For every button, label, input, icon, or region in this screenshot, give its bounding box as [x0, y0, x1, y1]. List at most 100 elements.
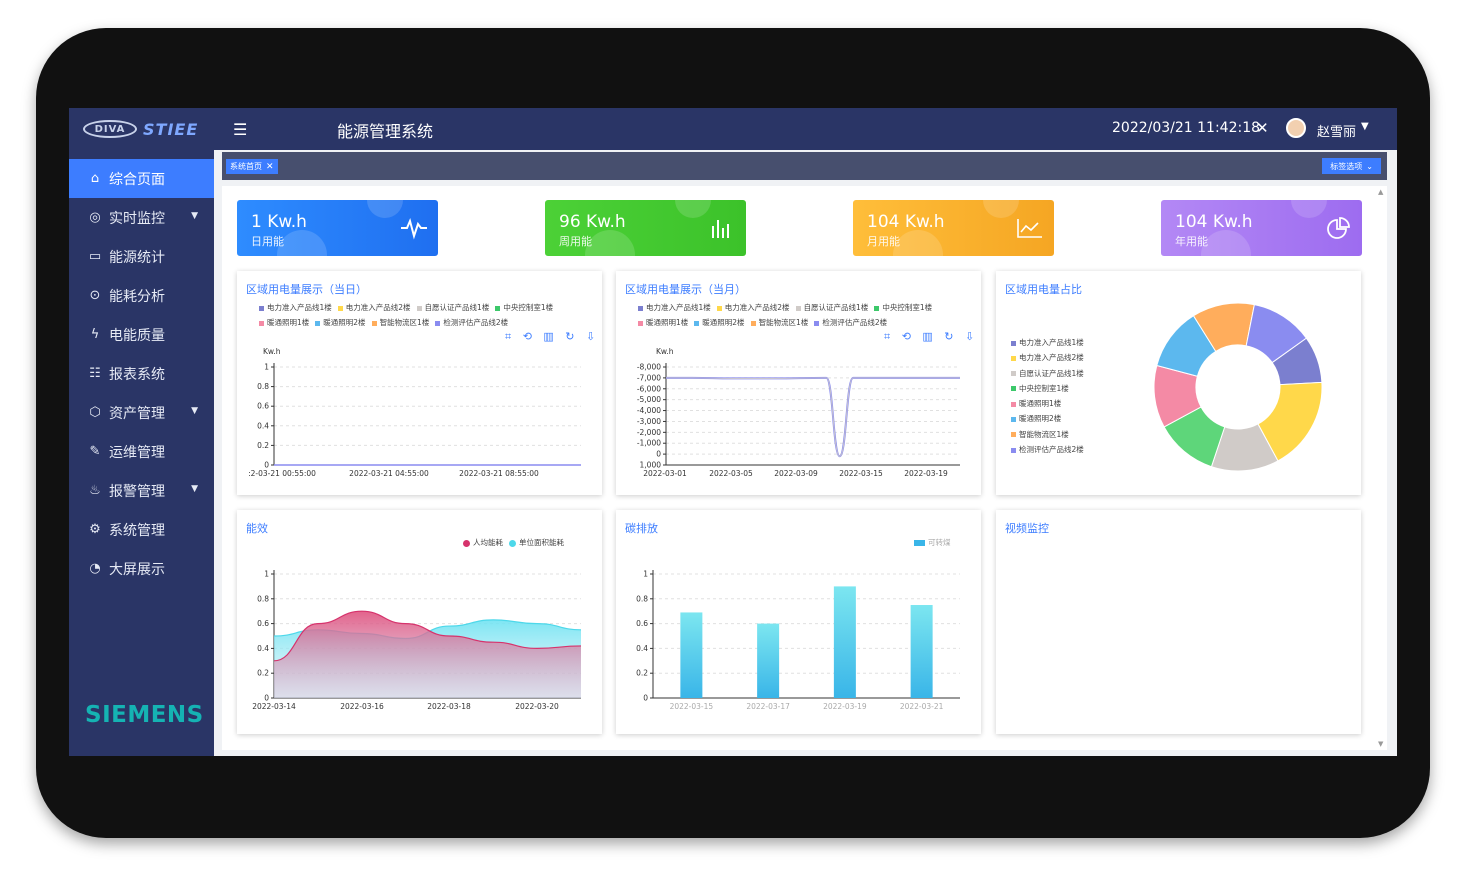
sidebar-item-label: 报表系统: [109, 366, 165, 383]
gear-icon: ⚙: [89, 522, 101, 537]
stat-card-0[interactable]: 1 Kw.h 日用能: [237, 200, 438, 256]
pie-icon: ◔: [89, 561, 101, 576]
alarm-icon: ♨: [89, 483, 101, 498]
sidebar-item-label: 资产管理: [109, 405, 165, 422]
y-tick-label: 0.8: [636, 594, 648, 603]
sidebar-item-10[interactable]: ◔ 大屏展示: [69, 549, 214, 588]
fullscreen-icon[interactable]: ✕: [1256, 119, 1269, 137]
chevron-down-icon: ▼: [191, 484, 198, 494]
avatar[interactable]: [1286, 118, 1306, 138]
sidebar-item-0[interactable]: ⌂ 综合页面: [69, 159, 214, 198]
y-tick-label: -4,000: [637, 406, 661, 415]
y-tick-label: 0.6: [636, 619, 648, 628]
y-tick-label: 0.6: [257, 402, 269, 411]
y-tick-label: -5,000: [637, 395, 661, 404]
stat-value: 104 Kw.h: [867, 212, 945, 232]
card-bubble: [675, 200, 711, 218]
carbon-chart: 0 0.2 0.4 0.6 0.8 1 2022-03-15 2022-03-17 2022-0…: [636, 570, 960, 711]
monthly-usage-chart: 1,0000-1,000-2,000-3,000-4,000-5,000-6,0…: [637, 363, 960, 478]
tag-bar: 系统首页 ✕ 标签选项 ⌄: [222, 152, 1387, 180]
app-screen: DIVA STIEE ☰ 能源管理系统 2022/03/21 11:42:18 …: [69, 108, 1397, 756]
stat-label: 月用能: [867, 235, 900, 248]
x-tick-label: 2022-03-21: [900, 702, 944, 711]
bolt-icon: ϟ: [90, 327, 100, 342]
sidebar-item-8[interactable]: ♨ 报警管理 ▼: [69, 471, 214, 510]
chevron-down-icon: ▼: [191, 211, 198, 221]
y-tick-label: 0.2: [636, 669, 648, 678]
tab-home-label: 系统首页: [230, 162, 262, 171]
sidebar-item-2[interactable]: ▭ 能源统计: [69, 237, 214, 276]
y-tick-label: 0.2: [257, 669, 269, 678]
y-tick-label: 0.8: [257, 382, 269, 391]
stats-icon: ▭: [88, 249, 102, 264]
daily-usage-chart: 00.20.40.60.81:2-03-21 00:55:00 2022-03-2…: [248, 363, 581, 478]
scroll-down-icon[interactable]: ▼: [1378, 740, 1383, 748]
tag-options-label: 标签选项: [1330, 161, 1363, 171]
x-tick-label: 2022-03-21 08:55:00: [459, 469, 539, 478]
tab-home[interactable]: 系统首页 ✕: [226, 159, 278, 174]
x-tick-label: 2022-03-16: [340, 702, 384, 711]
logo-badge: DIVA: [83, 120, 137, 138]
y-tick-label: 0: [656, 450, 661, 459]
sidebar-item-label: 实时监控: [109, 210, 165, 227]
stat-value: 96 Kw.h: [559, 212, 626, 232]
y-tick-label: 0.8: [257, 594, 269, 603]
x-tick-label: 2022-03-01: [643, 469, 687, 478]
sidebar-item-3[interactable]: ⊙ 能耗分析: [69, 276, 214, 315]
monthly-usage-panel: 区域用电量展示（当月） 电力准入产品线1楼 电力准入产品线2楼 自愿认证产品线1楼中…: [616, 271, 981, 495]
series-line: [665, 376, 960, 458]
scroll-up-icon[interactable]: ▲: [1378, 188, 1383, 196]
sidebar-item-label: 大屏展示: [109, 561, 165, 578]
sidebar-item-label: 能耗分析: [109, 288, 165, 305]
y-tick-label: 0.6: [257, 619, 269, 628]
menu-toggle-icon[interactable]: ☰: [233, 120, 247, 139]
x-tick-label: 2022-03-17: [746, 702, 790, 711]
tag-options-button[interactable]: 标签选项 ⌄: [1322, 158, 1381, 174]
wrench-icon: ✎: [89, 444, 101, 459]
stat-card-3[interactable]: 104 Kw.h 年用能: [1161, 200, 1362, 256]
sidebar-item-label: 能源统计: [109, 249, 165, 266]
sidebar-item-label: 综合页面: [109, 171, 165, 188]
chevron-down-icon: ⌄: [1366, 161, 1373, 171]
stat-card-2[interactable]: 104 Kw.h 月用能: [853, 200, 1054, 256]
sidebar-item-1[interactable]: ◎ 实时监控 ▼: [69, 198, 214, 237]
stat-label: 周用能: [559, 235, 592, 248]
x-tick-label: 2022-03-19: [904, 469, 948, 478]
efficiency-chart: 00.20.40.60.812022-03-14 2022-03-16 2022-0…: [252, 570, 582, 711]
card-bubble: [983, 200, 1019, 218]
y-tick-label: 0.4: [257, 644, 269, 653]
stat-label: 年用能: [1175, 235, 1208, 248]
datetime-display: 2022/03/21 11:42:18: [1112, 120, 1261, 136]
page-title: 能源管理系统: [337, 122, 434, 141]
y-tick-label: 1: [643, 570, 648, 579]
username[interactable]: 赵雪丽: [1317, 121, 1356, 140]
chevron-down-icon[interactable]: ▼: [1361, 121, 1369, 132]
card-bubble: [893, 230, 943, 256]
chevron-down-icon: ▼: [191, 406, 198, 416]
sidebar-item-9[interactable]: ⚙ 系统管理: [69, 510, 214, 549]
home-icon: ⌂: [90, 171, 100, 186]
x-tick-label: 2022-03-18: [427, 702, 471, 711]
y-tick-label: -3,000: [637, 417, 661, 426]
x-tick-label: 2022-03-15: [670, 702, 714, 711]
stat-card-1[interactable]: 96 Kw.h 周用能: [545, 200, 746, 256]
sidebar-item-label: 报警管理: [109, 483, 165, 500]
cube-icon: ⬡: [89, 405, 101, 420]
x-tick-label: 2022-03-19: [823, 702, 867, 711]
video-title: 视频监控: [1005, 522, 1049, 535]
close-icon[interactable]: ✕: [266, 162, 274, 172]
carbon-bar: [757, 623, 780, 698]
siemens-logo: SIEMENS: [85, 702, 204, 728]
y-tick-label: -7,000: [637, 373, 661, 382]
sidebar-item-7[interactable]: ✎ 运维管理: [69, 432, 214, 471]
analysis-icon: ⊙: [89, 288, 101, 303]
y-tick-label: 0.4: [636, 644, 648, 653]
carbon-panel: 碳排放 可转煤 0 0.2 0.4 0.6 0.8 1 2022-03-15 2022-03-…: [616, 510, 981, 734]
sidebar-item-5[interactable]: ☷ 报表系统: [69, 354, 214, 393]
content-scrollbar[interactable]: ▲ ▼: [1378, 188, 1386, 748]
series-line: [665, 377, 960, 457]
sidebar: ⌂ 综合页面 ◎ 实时监控 ▼ ▭ 能源统计 ⊙ 能耗分析 ϟ 电能质量 ☷ 报表系统 ⬡ 资产管理 ▼ ✎ 运维…: [69, 150, 214, 756]
sidebar-item-4[interactable]: ϟ 电能质量: [69, 315, 214, 354]
y-tick-label: -6,000: [637, 384, 661, 393]
sidebar-item-6[interactable]: ⬡ 资产管理 ▼: [69, 393, 214, 432]
